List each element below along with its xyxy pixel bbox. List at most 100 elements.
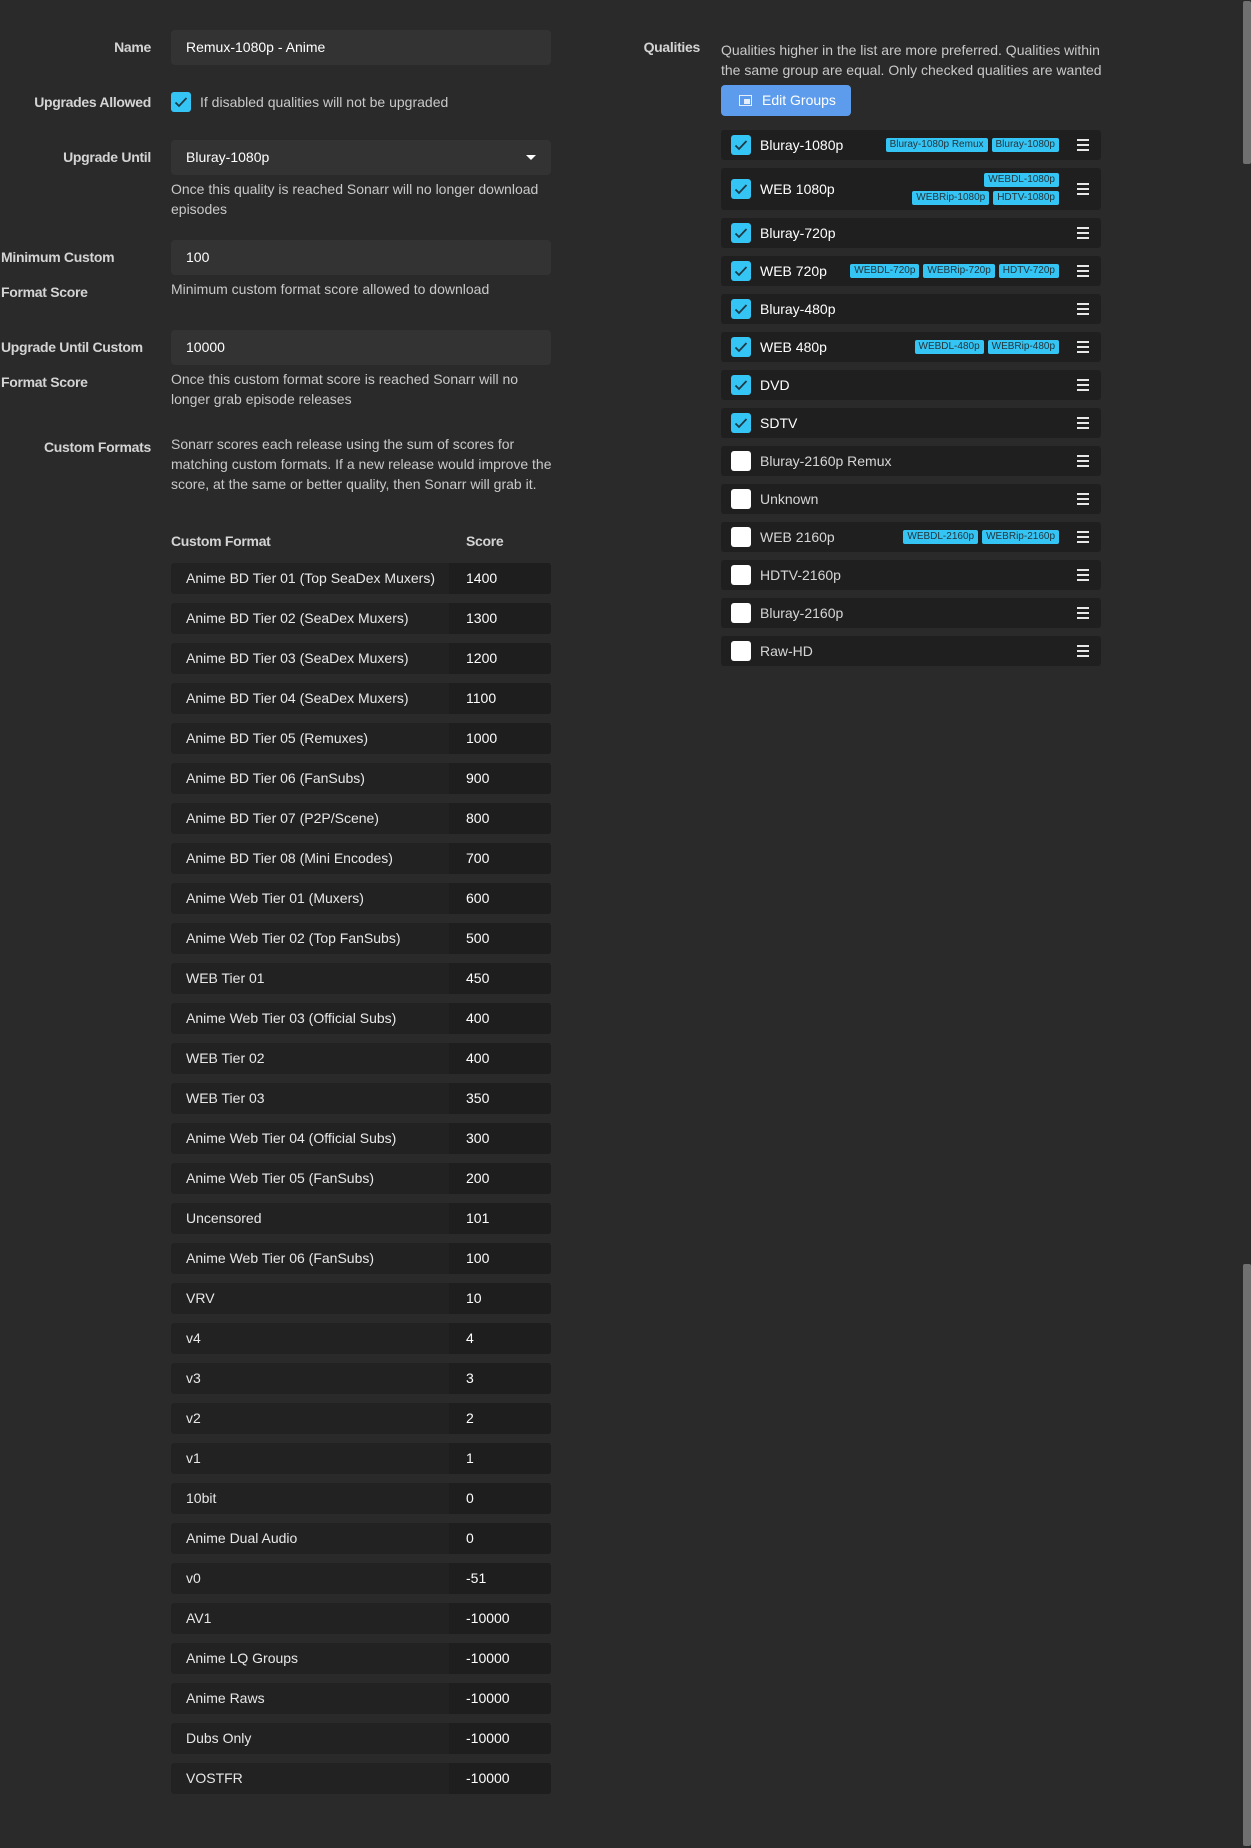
quality-item[interactable]: Bluray-720p [721,218,1101,248]
quality-checkbox[interactable] [731,135,751,155]
custom-format-score-input[interactable]: 10 [449,1283,551,1314]
upgrade-until-custom-input[interactable]: 10000 [171,330,551,365]
drag-handle-icon[interactable] [1077,139,1089,151]
drag-handle-icon[interactable] [1077,645,1089,657]
min-custom-score-input[interactable]: 100 [171,240,551,275]
quality-name: Bluray-480p [760,301,836,317]
custom-format-score-input[interactable]: -10000 [449,1763,551,1794]
custom-format-score-input[interactable]: 0 [449,1523,551,1554]
custom-formats-label: Custom Formats [43,439,151,455]
custom-format-score-input[interactable]: 1200 [449,643,551,674]
custom-format-row: Anime Web Tier 06 (FanSubs) 100 [171,1243,551,1274]
custom-format-score-input[interactable]: 400 [449,1003,551,1034]
quality-checkbox[interactable] [731,299,751,319]
custom-format-score-input[interactable]: 600 [449,883,551,914]
scrollbar[interactable] [1241,0,1251,1848]
custom-format-score-input[interactable]: 700 [449,843,551,874]
custom-format-score-input[interactable]: 3 [449,1363,551,1394]
custom-format-score-input[interactable]: -10000 [449,1603,551,1634]
custom-format-score-input[interactable]: 450 [449,963,551,994]
quality-item[interactable]: Bluray-2160p [721,598,1101,628]
custom-format-score-input[interactable]: 900 [449,763,551,794]
drag-handle-icon[interactable] [1077,183,1089,195]
custom-format-score-input[interactable]: 1000 [449,723,551,754]
custom-format-score-input[interactable]: 400 [449,1043,551,1074]
drag-handle-icon[interactable] [1077,417,1089,429]
custom-format-score-input[interactable]: 1 [449,1443,551,1474]
name-input[interactable]: Remux-1080p - Anime [171,30,551,65]
custom-format-row: WEB Tier 03 350 [171,1083,551,1114]
quality-checkbox[interactable] [731,261,751,281]
quality-checkbox[interactable] [731,489,751,509]
min-custom-score-help: Minimum custom format score allowed to d… [171,281,490,297]
drag-handle-icon[interactable] [1077,531,1089,543]
custom-format-score-input[interactable]: 300 [449,1123,551,1154]
custom-format-name: WEB Tier 03 [186,1090,265,1106]
drag-handle-icon[interactable] [1077,493,1089,505]
edit-groups-button[interactable]: Edit Groups [721,85,851,116]
drag-handle-icon[interactable] [1077,341,1089,353]
upgrade-until-help: Once this quality is reached Sonarr will… [171,181,539,217]
upgrade-until-value: Bluray-1080p [186,149,270,165]
custom-format-score-input[interactable]: -10000 [449,1643,551,1674]
upgrade-until-label: Upgrade Until [63,149,151,165]
quality-checkbox[interactable] [731,413,751,433]
custom-format-score-input[interactable]: 4 [449,1323,551,1354]
custom-format-score-input[interactable]: 2 [449,1403,551,1434]
upgrades-allowed-checkbox[interactable] [171,92,191,112]
scrollbar-thumb-bottom[interactable] [1243,1264,1251,1846]
min-custom-score-label-line2: Format Score [1,284,88,300]
custom-format-score-input[interactable]: 1400 [449,563,551,594]
quality-tag: HDTV-720p [998,264,1059,278]
custom-format-name: Anime Web Tier 05 (FanSubs) [186,1170,375,1186]
quality-tag: Bluray-1080p [991,138,1059,152]
quality-checkbox[interactable] [731,375,751,395]
custom-format-score-input[interactable]: 350 [449,1083,551,1114]
quality-item[interactable]: DVD [721,370,1101,400]
quality-item[interactable]: Bluray-1080p Bluray-1080p Remux Bluray-108… [721,130,1101,160]
quality-item[interactable]: Unknown [721,484,1101,514]
drag-handle-icon[interactable] [1077,265,1089,277]
upgrade-until-custom-label-line1: Upgrade Until Custom [1,339,143,355]
custom-format-score-input[interactable]: -51 [449,1563,551,1594]
custom-format-score-input[interactable]: 200 [449,1163,551,1194]
quality-checkbox[interactable] [731,641,751,661]
upgrade-until-select[interactable]: Bluray-1080p [171,140,551,175]
custom-format-score-input[interactable]: 500 [449,923,551,954]
custom-format-score-input[interactable]: 800 [449,803,551,834]
quality-item[interactable]: WEB 1080p WEBDL-1080p WEBRip-1080p HDTV-108… [721,168,1101,210]
custom-format-score-input[interactable]: 101 [449,1203,551,1234]
drag-handle-icon[interactable] [1077,379,1089,391]
quality-item[interactable]: SDTV [721,408,1101,438]
custom-format-score-input[interactable]: -10000 [449,1683,551,1714]
quality-item[interactable]: Raw-HD [721,636,1101,666]
quality-tag: WEBRip-2160p [982,530,1059,544]
quality-checkbox[interactable] [731,337,751,357]
scrollbar-thumb-top[interactable] [1243,1,1251,164]
quality-name: WEB 1080p [760,181,835,197]
custom-format-score-input[interactable]: 0 [449,1483,551,1514]
drag-handle-icon[interactable] [1077,607,1089,619]
custom-format-score-input[interactable]: 1100 [449,683,551,714]
drag-handle-icon[interactable] [1077,303,1089,315]
quality-item[interactable]: Bluray-480p [721,294,1101,324]
drag-handle-icon[interactable] [1077,455,1089,467]
custom-format-score-input[interactable]: 100 [449,1243,551,1274]
quality-tag: WEBDL-1080p [984,173,1059,187]
quality-item[interactable]: WEB 720p WEBDL-720p WEBRip-720p HDTV-720p [721,256,1101,286]
custom-format-row: Anime BD Tier 02 (SeaDex Muxers) 1300 [171,603,551,634]
quality-item[interactable]: WEB 480p WEBDL-480p WEBRip-480p [721,332,1101,362]
quality-checkbox[interactable] [731,565,751,585]
custom-format-score-input[interactable]: -10000 [449,1723,551,1754]
drag-handle-icon[interactable] [1077,569,1089,581]
quality-checkbox[interactable] [731,603,751,623]
quality-checkbox[interactable] [731,179,751,199]
quality-checkbox[interactable] [731,223,751,243]
quality-checkbox[interactable] [731,451,751,471]
quality-item[interactable]: WEB 2160p WEBDL-2160p WEBRip-2160p [721,522,1101,552]
quality-checkbox[interactable] [731,527,751,547]
quality-item[interactable]: Bluray-2160p Remux [721,446,1101,476]
drag-handle-icon[interactable] [1077,227,1089,239]
custom-format-score-input[interactable]: 1300 [449,603,551,634]
quality-item[interactable]: HDTV-2160p [721,560,1101,590]
